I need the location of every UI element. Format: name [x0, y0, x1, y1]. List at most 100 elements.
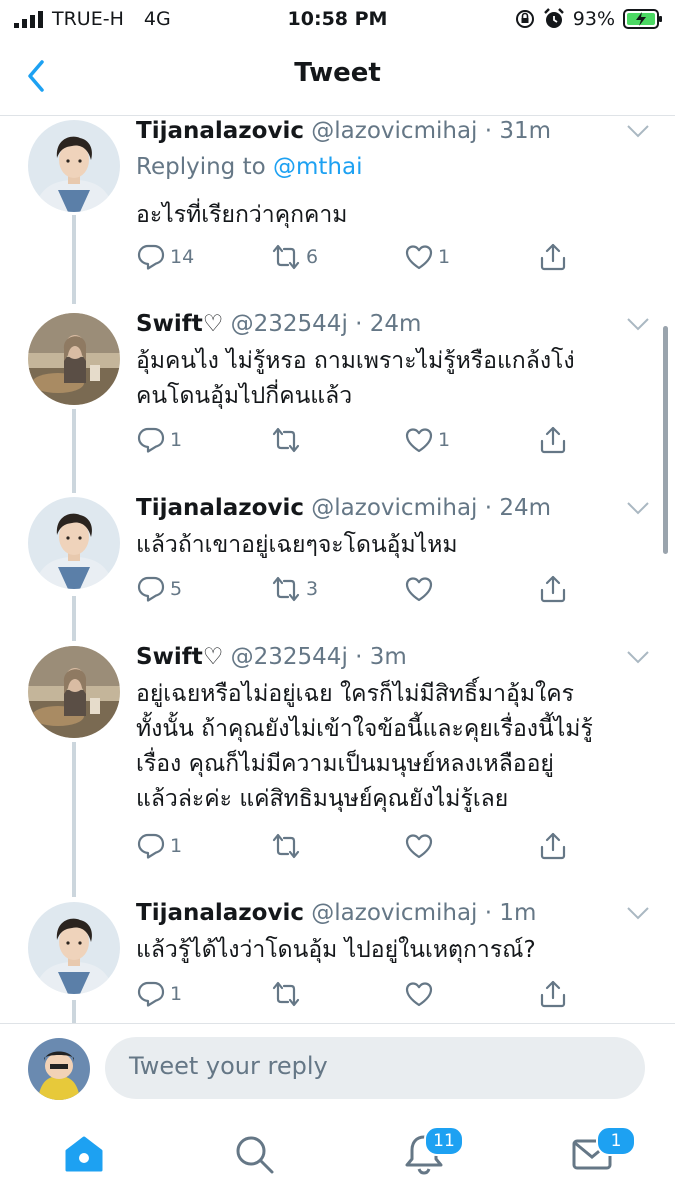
like-button[interactable] — [404, 979, 438, 1009]
author-name[interactable]: Swift♡ — [136, 311, 223, 337]
battery-percent: 93% — [572, 8, 615, 30]
like-button[interactable] — [404, 831, 438, 861]
author-name[interactable]: Tijanalazovic — [136, 495, 304, 521]
reply-button[interactable]: 1 — [136, 979, 182, 1009]
author-handle: @lazovicmihaj — [311, 118, 478, 144]
share-button[interactable] — [538, 831, 568, 861]
tweet-item[interactable]: Swift♡ @232544j · 24m อุ้มคนไง ไม่รู้หรอ… — [0, 311, 675, 481]
tweet-text-line: คนโดนอุ้มไปกี่คนแล้ว — [136, 383, 353, 409]
avatar[interactable] — [28, 902, 120, 994]
tweet-text-line: อยู่เฉยหรือไม่อยู่เฉย ใครก็ไม่มีสิทธิ์มา… — [136, 681, 574, 707]
retweet-button[interactable] — [270, 979, 306, 1009]
share-icon — [538, 425, 568, 455]
tweet-time: · 1m — [484, 900, 537, 926]
chevron-down-icon[interactable] — [626, 317, 650, 331]
replying-to: Replying to @mthai — [136, 154, 362, 180]
reply-icon — [136, 425, 166, 455]
reply-count: 1 — [170, 983, 183, 1005]
tweet-actions: 5 3 — [136, 574, 606, 608]
share-icon — [538, 574, 568, 604]
retweet-button[interactable]: 6 — [270, 242, 318, 272]
battery-charging-icon — [623, 9, 662, 29]
tweet-text-line: แล้วถ้าเขาอยู่เฉยๆจะโดนอุ้มไหม — [136, 532, 458, 558]
author-name[interactable]: Tijanalazovic — [136, 118, 304, 144]
tweet-item[interactable]: Swift♡ @232544j · 3m อยู่เฉยหรือไม่อยู่เ… — [0, 644, 675, 884]
reply-button[interactable]: 14 — [136, 242, 194, 272]
avatar[interactable] — [28, 120, 120, 212]
retweet-icon — [270, 242, 302, 272]
tweet-item[interactable]: Tijanalazovic @lazovicmihaj · 31m Replyi… — [0, 118, 675, 300]
like-button[interactable]: 1 — [404, 242, 450, 272]
retweet-button[interactable]: 3 — [270, 574, 318, 604]
mention-link[interactable]: @mthai — [273, 154, 362, 180]
reply-button[interactable]: 1 — [136, 425, 182, 455]
like-count: 1 — [438, 246, 451, 268]
home-icon[interactable] — [62, 1132, 106, 1176]
tweet-time: · 3m — [355, 644, 407, 670]
share-icon — [538, 242, 568, 272]
retweet-button[interactable] — [270, 831, 306, 861]
like-button[interactable] — [404, 574, 438, 604]
retweet-icon — [270, 425, 302, 455]
tweet-time: · 24m — [484, 495, 552, 521]
share-button[interactable] — [538, 574, 568, 604]
tab-notifications[interactable]: 11 — [402, 1126, 464, 1176]
tweet-header: Swift♡ @232544j · 24m — [136, 311, 421, 337]
share-button[interactable] — [538, 242, 568, 272]
like-button[interactable]: 1 — [404, 425, 450, 455]
tweet-header: Swift♡ @232544j · 3m — [136, 644, 407, 670]
avatar[interactable] — [28, 313, 120, 405]
tweet-text: อุ้มคนไง ไม่รู้หรอ ถามเพราะไม่รู้หรือแกล… — [136, 344, 656, 414]
tweet-actions: 14 6 1 — [136, 242, 606, 276]
reply-count: 14 — [170, 246, 195, 268]
retweet-icon — [270, 831, 302, 861]
reply-button[interactable]: 1 — [136, 831, 182, 861]
retweet-icon — [270, 574, 302, 604]
tweet-item[interactable]: Tijanalazovic @lazovicmihaj · 24m แล้วถ้… — [0, 495, 675, 625]
share-icon — [538, 979, 568, 1009]
tweet-time: · 31m — [484, 118, 552, 144]
reply-input[interactable]: Tweet your reply — [105, 1037, 645, 1099]
heart-icon — [404, 425, 434, 455]
tweet-text-line: เรื่อง คุณก็ไม่มีความเป็นมนุษย์หลงเหลืออ… — [136, 751, 554, 777]
tweet-text: อยู่เฉยหรือไม่อยู่เฉย ใครก็ไม่มีสิทธิ์มา… — [136, 677, 656, 817]
chevron-down-icon[interactable] — [626, 650, 650, 664]
author-handle: @232544j — [230, 311, 348, 337]
reply-count: 1 — [170, 429, 183, 451]
reply-icon — [136, 831, 166, 861]
tweet-item[interactable]: Tijanalazovic @lazovicmihaj · 1m แล้วรู้… — [0, 900, 675, 1023]
author-handle: @lazovicmihaj — [311, 495, 478, 521]
heart-icon — [404, 574, 434, 604]
avatar[interactable] — [28, 497, 120, 589]
author-name[interactable]: Tijanalazovic — [136, 900, 304, 926]
tweet-header: Tijanalazovic @lazovicmihaj · 24m — [136, 495, 551, 521]
tweet-actions: 1 — [136, 831, 606, 865]
tweet-header: Tijanalazovic @lazovicmihaj · 1m — [136, 900, 536, 926]
messages-badge: 1 — [596, 1126, 636, 1156]
author-name[interactable]: Swift♡ — [136, 644, 223, 670]
retweet-button[interactable] — [270, 425, 306, 455]
scrollbar[interactable] — [663, 326, 668, 554]
tweet-text-line: แล้วรู้ได้ไงว่าโดนอุ้ม ไปอยู่ในเหตุการณ์… — [136, 937, 536, 963]
reply-icon — [136, 242, 166, 272]
search-icon[interactable] — [232, 1132, 276, 1176]
chevron-down-icon[interactable] — [626, 124, 650, 138]
avatar[interactable] — [28, 646, 120, 738]
retweet-icon — [270, 979, 302, 1009]
chevron-down-icon[interactable] — [626, 501, 650, 515]
tab-messages[interactable]: 1 — [570, 1126, 636, 1176]
like-count: 1 — [438, 429, 451, 451]
page-title: Tweet — [294, 58, 381, 88]
author-handle: @lazovicmihaj — [311, 900, 478, 926]
tweet-text: อะไรที่เรียกว่าคุกคาม — [136, 198, 656, 233]
tweet-text: แล้วถ้าเขาอยู่เฉยๆจะโดนอุ้มไหม — [136, 528, 656, 563]
avatar[interactable] — [28, 1038, 90, 1100]
share-button[interactable] — [538, 425, 568, 455]
reply-button[interactable]: 5 — [136, 574, 182, 604]
tweet-text-line: แล้วล่ะค่ะ แค่สิทธิมนุษย์คุณยังไม่รู้เลย — [136, 786, 509, 812]
share-icon — [538, 831, 568, 861]
chevron-down-icon[interactable] — [626, 906, 650, 920]
tweet-text-line: อุ้มคนไง ไม่รู้หรอ ถามเพราะไม่รู้หรือแกล… — [136, 348, 575, 374]
share-button[interactable] — [538, 979, 568, 1009]
reply-count: 1 — [170, 835, 183, 857]
